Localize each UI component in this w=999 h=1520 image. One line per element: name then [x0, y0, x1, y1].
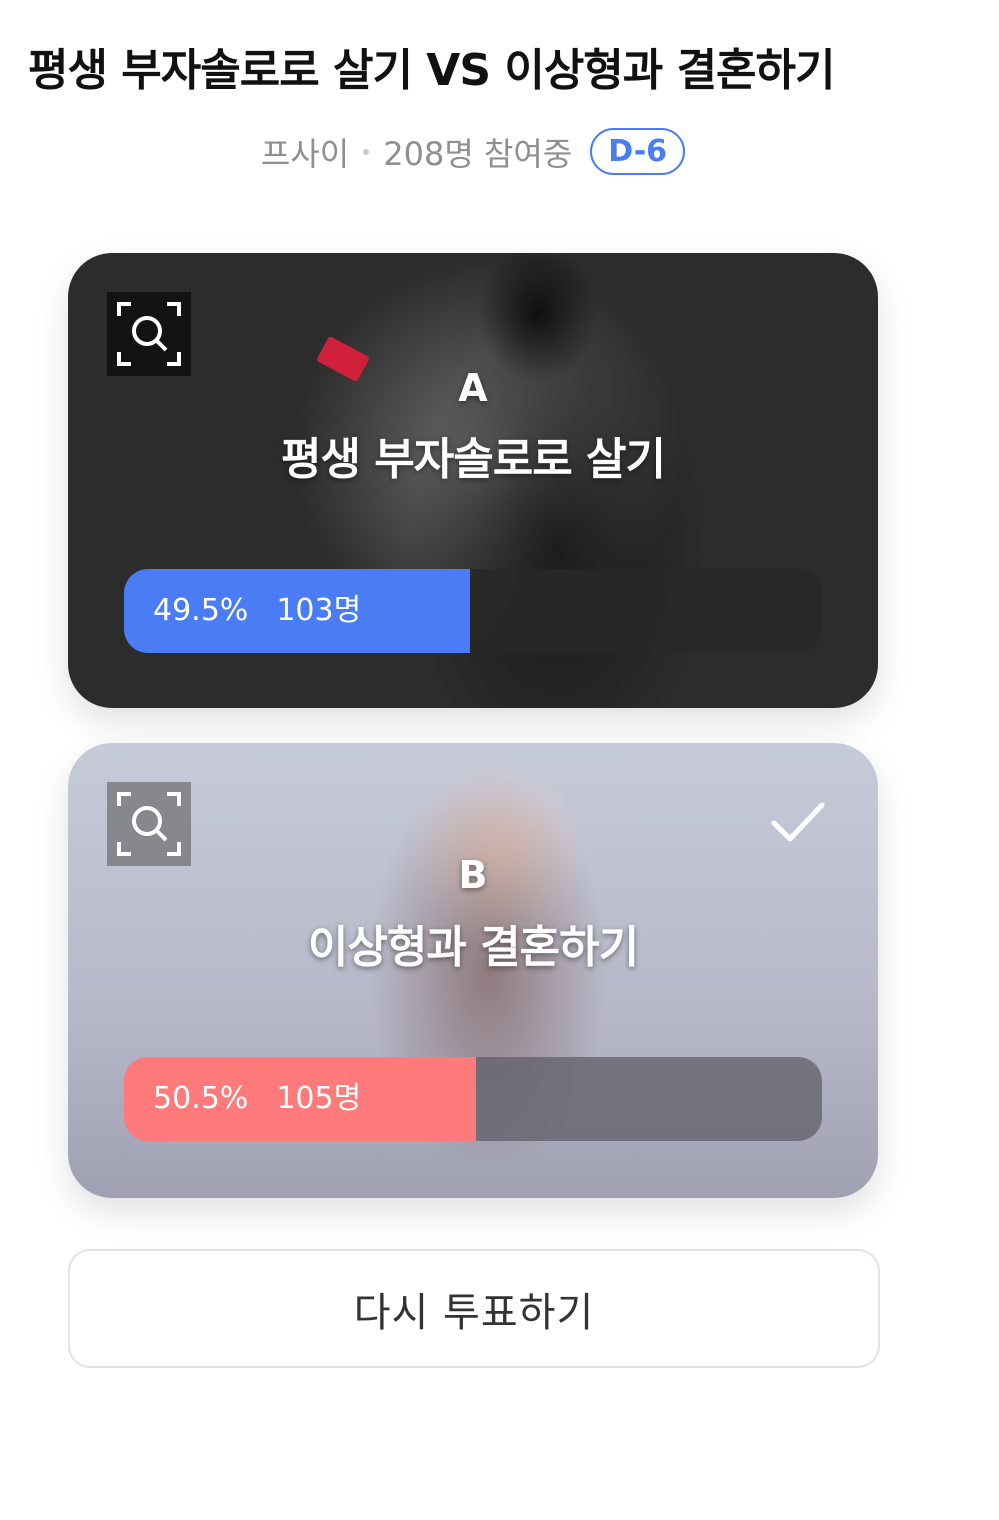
option-card-a[interactable]: A 평생 부자솔로로 살기 49.5% 103명	[68, 253, 878, 708]
option-a-result-label: 49.5% 103명	[153, 569, 361, 653]
deadline-badge: D-6	[590, 128, 686, 175]
option-a-text: 평생 부자솔로로 살기	[281, 434, 666, 485]
poll-title: 평생 부자솔로로 살기 VS 이상형과 결혼하기	[28, 45, 836, 96]
poll-meta: 프사이 208명 참여중 D-6	[0, 128, 946, 175]
option-b-result-bar: 50.5% 105명	[124, 1057, 822, 1141]
option-b-letter: B	[458, 853, 488, 897]
checkmark-icon	[770, 801, 826, 849]
option-a-letter: A	[458, 366, 488, 410]
option-b-percent: 50.5%	[153, 1081, 249, 1116]
participant-count: 208명 참여중	[383, 134, 573, 173]
revote-button[interactable]: 다시 투표하기	[68, 1249, 880, 1368]
option-b-text: 이상형과 결혼하기	[307, 922, 639, 973]
option-a-count: 103명	[276, 593, 362, 628]
option-a-result-bar: 49.5% 103명	[124, 569, 822, 653]
image-search-icon[interactable]	[107, 292, 191, 376]
option-a-percent: 49.5%	[153, 593, 249, 628]
author-name: 프사이	[260, 134, 350, 173]
separator-dot	[363, 148, 370, 155]
option-b-count: 105명	[276, 1081, 362, 1116]
option-card-b[interactable]: B 이상형과 결혼하기 50.5% 105명	[68, 743, 878, 1198]
option-b-result-label: 50.5% 105명	[153, 1057, 361, 1141]
